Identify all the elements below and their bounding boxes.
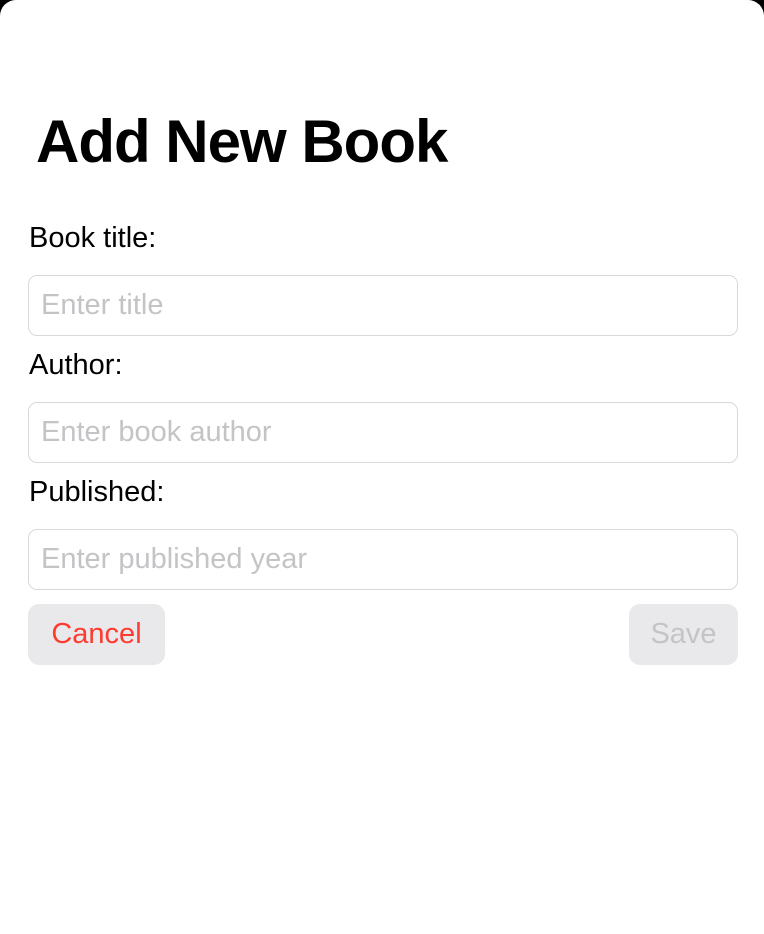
page-title: Add New Book: [36, 108, 448, 175]
add-book-sheet: Add New Book Book title: Author: Publish…: [0, 0, 764, 934]
book-title-input[interactable]: [28, 275, 738, 336]
author-label: Author:: [29, 349, 123, 381]
published-label: Published:: [29, 476, 165, 508]
published-year-input[interactable]: [28, 529, 738, 590]
save-button[interactable]: Save: [629, 604, 738, 665]
author-input[interactable]: [28, 402, 738, 463]
cancel-button[interactable]: Cancel: [28, 604, 165, 665]
book-title-label: Book title:: [29, 222, 157, 254]
